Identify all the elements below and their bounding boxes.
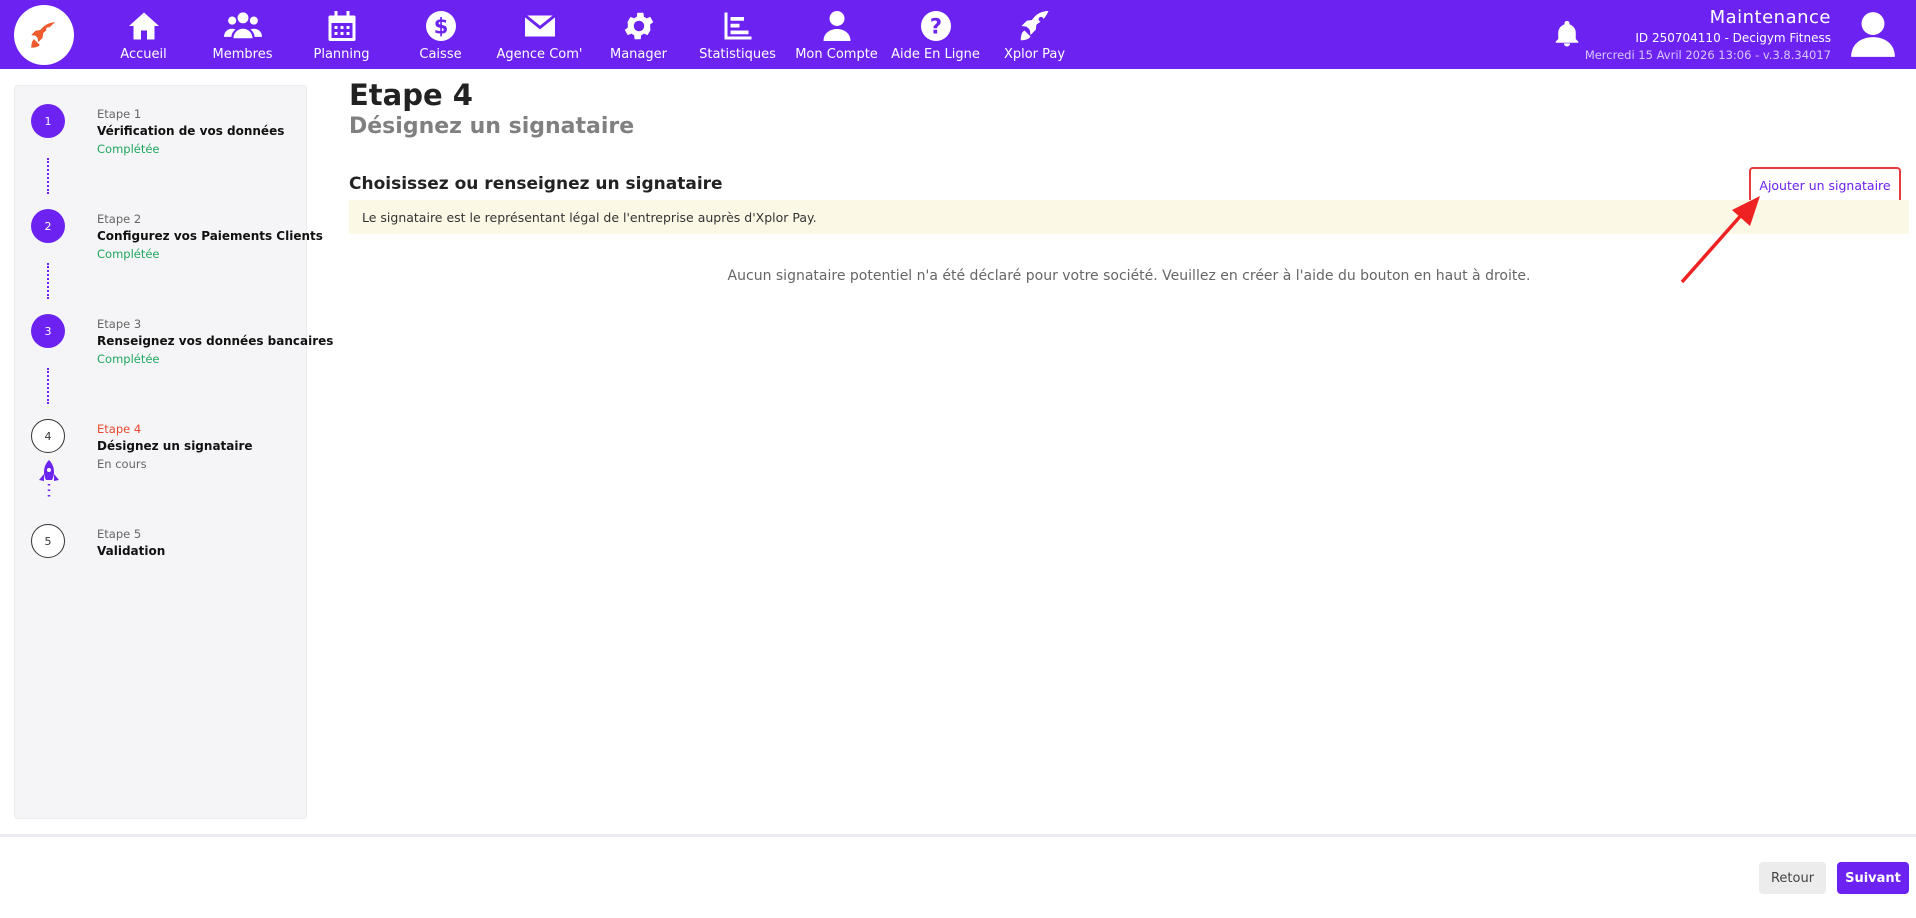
calendar-icon: [328, 11, 355, 41]
main-nav: Accueil Membres Planning $ Caisse Agence…: [94, 0, 1084, 69]
step-title: Désignez un signataire: [97, 439, 253, 453]
section-title: Choisissez ou renseignez un signataire: [349, 174, 723, 194]
nav-label: Xplor Pay: [1003, 47, 1066, 62]
step-connector: [47, 368, 49, 404]
user-avatar-icon[interactable]: [1848, 8, 1898, 60]
step-1[interactable]: 1 Etape 1 Vérification de vos données Co…: [31, 88, 301, 178]
nav-label: Planning: [313, 47, 370, 62]
top-navigation-bar: Accueil Membres Planning $ Caisse Agence…: [0, 0, 1916, 69]
step-connector: [47, 158, 49, 194]
step-number: 5: [31, 524, 65, 558]
rocket-logo-icon: [31, 22, 56, 48]
envelope-icon: [523, 14, 556, 37]
nav-statistiques[interactable]: Statistiques: [688, 0, 787, 69]
nav-caisse[interactable]: $ Caisse: [391, 0, 490, 69]
step-kicker: Etape 5: [97, 527, 142, 541]
step-kicker: Etape 1: [97, 107, 142, 121]
step-5[interactable]: 5 Etape 5 Validation: [31, 508, 301, 598]
svg-text:$: $: [433, 15, 448, 39]
back-button[interactable]: Retour: [1759, 862, 1826, 894]
nav-label: Caisse: [419, 47, 462, 62]
bar-chart-icon: [724, 12, 751, 40]
nav-label: Mon Compte: [795, 47, 878, 62]
step-number: 1: [31, 104, 65, 138]
nav-mon-compte[interactable]: Mon Compte: [787, 0, 886, 69]
nav-membres[interactable]: Membres: [193, 0, 292, 69]
step-status: Complétée: [97, 142, 160, 156]
step-number: 4: [31, 419, 65, 453]
page-subtitle: Désignez un signataire: [349, 114, 635, 139]
question-icon: ?: [920, 11, 951, 41]
step-3[interactable]: 3 Etape 3 Renseignez vos données bancair…: [31, 298, 333, 388]
nav-planning[interactable]: Planning: [292, 0, 391, 69]
user-account-id: ID 250704110 - Decigym Fitness: [1635, 31, 1831, 45]
step-kicker: Etape 4: [97, 422, 142, 436]
nav-label: Aide En Ligne: [891, 47, 980, 62]
page-title: Etape 4: [349, 78, 473, 112]
step-kicker: Etape 3: [97, 317, 142, 331]
home-icon: [128, 12, 159, 40]
main-content: Etape 4 Désignez un signataire Choisisse…: [349, 78, 1909, 284]
nav-label: Accueil: [120, 47, 167, 62]
user-info: Maintenance ID 250704110 - Decigym Fitne…: [1585, 7, 1831, 62]
nav-aide-en-ligne[interactable]: ? Aide En Ligne: [886, 0, 985, 69]
onboarding-stepper: 1 Etape 1 Vérification de vos données Co…: [14, 85, 333, 819]
svg-text:?: ?: [929, 15, 941, 39]
nav-accueil[interactable]: Accueil: [94, 0, 193, 69]
annotation-arrow-icon: [1680, 196, 1760, 284]
step-kicker: Etape 2: [97, 212, 142, 226]
step-connector: [47, 263, 49, 299]
notification-bell-icon[interactable]: [1552, 18, 1582, 50]
user-name: Maintenance: [1709, 7, 1831, 28]
step-2[interactable]: 2 Etape 2 Configurez vos Paiements Clien…: [31, 193, 323, 283]
step-status: Complétée: [97, 352, 160, 366]
nav-label: Manager: [610, 47, 667, 62]
info-banner-text: Le signataire est le représentant légal …: [362, 209, 817, 225]
nav-agence-com[interactable]: Agence Com': [490, 0, 589, 69]
next-button[interactable]: Suivant: [1837, 862, 1909, 894]
rocket-icon: [1020, 11, 1048, 41]
step-title: Validation: [97, 544, 166, 558]
step-4[interactable]: 4 Etape 4 Désignez un signataire En cour…: [31, 403, 301, 493]
dollar-icon: $: [425, 11, 456, 41]
nav-label: Membres: [212, 47, 273, 62]
step-number: 2: [31, 209, 65, 243]
nav-label: Agence Com': [496, 47, 583, 62]
session-date-version: Mercredi 15 Avril 2026 13:06 - v.3.8.340…: [1584, 48, 1831, 62]
step-status: Complétée: [97, 247, 160, 261]
step-number: 3: [31, 314, 65, 348]
gear-icon: [624, 12, 653, 40]
nav-xplor-pay[interactable]: Xplor Pay: [985, 0, 1084, 69]
app-logo[interactable]: [14, 5, 74, 65]
step-title: Configurez vos Paiements Clients: [97, 229, 323, 243]
users-icon: [223, 12, 262, 39]
step-status: En cours: [97, 457, 147, 471]
step-title: Vérification de vos données: [97, 124, 285, 138]
user-icon: [823, 11, 850, 41]
footer-divider: [0, 834, 1916, 837]
step-title: Renseignez vos données bancaires: [97, 334, 334, 348]
nav-label: Statistiques: [699, 47, 776, 62]
progress-rocket-icon: [39, 460, 59, 500]
nav-manager[interactable]: Manager: [589, 0, 688, 69]
